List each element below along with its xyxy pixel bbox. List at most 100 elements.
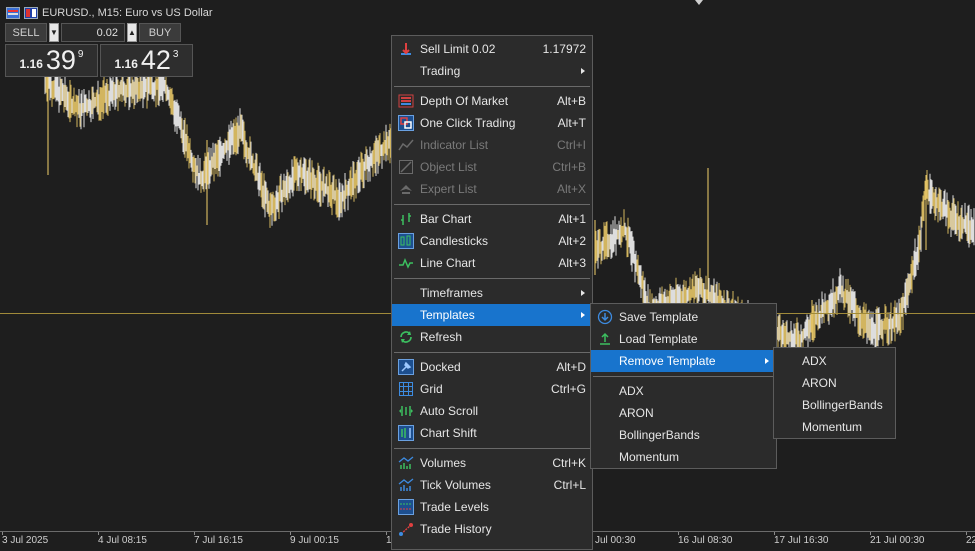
menu-item-candlesticks[interactable]: Candlesticks Alt+2 bbox=[392, 230, 592, 252]
menu-item-label: Candlesticks bbox=[420, 234, 489, 248]
volume-decrease-button[interactable]: ▼ bbox=[49, 23, 59, 42]
shift-marker-icon[interactable] bbox=[695, 0, 703, 5]
time-axis-label: 22 bbox=[966, 535, 975, 546]
menu-item-chart-shift[interactable]: Chart Shift bbox=[392, 422, 592, 444]
menu-item-line-chart[interactable]: Line Chart Alt+3 bbox=[392, 252, 592, 274]
menu-item-trade-levels[interactable]: Trade Levels bbox=[392, 496, 592, 518]
time-axis-label: Jul 00:30 bbox=[595, 535, 636, 546]
sell-price-box[interactable]: 1.16 39 9 bbox=[5, 44, 98, 77]
menu-item-indicator-list[interactable]: Indicator List Ctrl+I bbox=[392, 134, 592, 156]
volumes-icon bbox=[398, 456, 414, 469]
chart-window-icon bbox=[6, 7, 20, 19]
menu-item-remove-adx[interactable]: ADX bbox=[774, 350, 895, 372]
menu-separator bbox=[394, 448, 590, 449]
time-axis-label: 3 Jul 2025 bbox=[2, 535, 49, 546]
sell-price-prefix: 1.16 bbox=[19, 57, 43, 71]
menu-item-bar-chart[interactable]: Bar Chart Alt+1 bbox=[392, 208, 592, 230]
menu-item-trade-history[interactable]: Trade History bbox=[392, 518, 592, 540]
menu-item-docked[interactable]: Docked Alt+D bbox=[392, 356, 592, 378]
menu-item-label: Object List bbox=[420, 160, 477, 174]
menu-item-label: Remove Template bbox=[619, 354, 716, 368]
load-template-icon bbox=[600, 332, 610, 345]
menu-item-shortcut: Ctrl+L bbox=[553, 478, 586, 492]
menu-item-refresh[interactable]: Refresh bbox=[392, 326, 592, 348]
menu-item-sell-limit[interactable]: Sell Limit 0.02 1.17972 bbox=[392, 38, 592, 60]
menu-item-shortcut: Alt+D bbox=[556, 360, 586, 374]
menu-item-label: ADX bbox=[619, 384, 644, 398]
menu-item-label: Grid bbox=[420, 382, 443, 396]
remove-template-submenu: ADX ARON BollingerBands Momentum bbox=[773, 347, 896, 439]
menu-item-auto-scroll[interactable]: Auto Scroll bbox=[392, 400, 592, 422]
menu-item-remove-template[interactable]: Remove Template bbox=[591, 350, 776, 372]
menu-item-expert-list[interactable]: Expert List Alt+X bbox=[392, 178, 592, 200]
menu-item-label: Refresh bbox=[420, 330, 463, 344]
docked-icon bbox=[398, 359, 414, 375]
sell-button[interactable]: SELL bbox=[5, 23, 47, 42]
submenu-arrow-icon bbox=[581, 68, 585, 74]
menu-item-save-template[interactable]: Save Template bbox=[591, 306, 776, 328]
menu-item-label: ARON bbox=[619, 406, 654, 420]
menu-item-templates[interactable]: Templates bbox=[392, 304, 592, 326]
menu-item-object-list[interactable]: Object List Ctrl+B bbox=[392, 156, 592, 178]
menu-item-load-template[interactable]: Load Template bbox=[591, 328, 776, 350]
menu-item-label: ARON bbox=[802, 376, 837, 390]
menu-separator bbox=[394, 86, 590, 87]
menu-item-template-adx[interactable]: ADX bbox=[591, 380, 776, 402]
menu-item-remove-bollingerbands[interactable]: BollingerBands bbox=[774, 394, 895, 416]
menu-item-one-click-trading[interactable]: One Click Trading Alt+T bbox=[392, 112, 592, 134]
menu-item-volumes[interactable]: Volumes Ctrl+K bbox=[392, 452, 592, 474]
menu-item-depth-of-market[interactable]: Depth Of Market Alt+B bbox=[392, 90, 592, 112]
menu-separator bbox=[394, 352, 590, 353]
buy-price-box[interactable]: 1.16 42 3 bbox=[100, 44, 193, 77]
chart-context-menu: Sell Limit 0.02 1.17972 Trading Depth Of… bbox=[391, 35, 593, 550]
sell-limit-icon bbox=[401, 43, 411, 55]
menu-item-grid[interactable]: Grid Ctrl+G bbox=[392, 378, 592, 400]
menu-item-remove-momentum[interactable]: Momentum bbox=[774, 416, 895, 438]
menu-item-label: One Click Trading bbox=[420, 116, 516, 130]
grid-icon bbox=[399, 382, 413, 396]
time-axis-label: 4 Jul 08:15 bbox=[98, 535, 147, 546]
menu-item-label: Momentum bbox=[802, 420, 863, 434]
menu-item-label: Timeframes bbox=[420, 286, 483, 300]
auto-scroll-icon bbox=[399, 406, 413, 416]
menu-item-shortcut: Alt+1 bbox=[558, 212, 586, 226]
menu-item-template-bollingerbands[interactable]: BollingerBands bbox=[591, 424, 776, 446]
menu-item-label: BollingerBands bbox=[802, 398, 883, 412]
refresh-icon bbox=[400, 331, 412, 343]
volume-increase-button[interactable]: ▲ bbox=[127, 23, 137, 42]
menu-item-label: Line Chart bbox=[420, 256, 476, 270]
menu-item-label: Depth Of Market bbox=[420, 94, 509, 108]
buy-button[interactable]: BUY bbox=[139, 23, 181, 42]
menu-item-shortcut: Ctrl+G bbox=[550, 382, 586, 396]
menu-item-label: Tick Volumes bbox=[420, 478, 491, 492]
menu-item-shortcut: Ctrl+B bbox=[552, 160, 586, 174]
menu-item-remove-aron[interactable]: ARON bbox=[774, 372, 895, 394]
menu-item-shortcut: Alt+X bbox=[556, 182, 586, 196]
menu-item-template-momentum[interactable]: Momentum bbox=[591, 446, 776, 468]
volume-input[interactable]: 0.02 bbox=[61, 23, 125, 42]
menu-item-label: Templates bbox=[420, 308, 475, 322]
buy-price-big: 42 bbox=[140, 45, 171, 75]
menu-item-label: Bar Chart bbox=[420, 212, 472, 226]
menu-separator bbox=[593, 376, 774, 377]
menu-item-shortcut: Alt+T bbox=[557, 116, 586, 130]
chart-title-bar: EURUSD., M15: Euro vs US Dollar bbox=[6, 5, 213, 21]
menu-item-trading[interactable]: Trading bbox=[392, 60, 592, 82]
menu-item-label: Auto Scroll bbox=[420, 404, 479, 418]
menu-item-shortcut: Alt+B bbox=[556, 94, 586, 108]
menu-item-label: Trading bbox=[420, 64, 461, 78]
sell-price-big: 39 bbox=[45, 45, 76, 75]
chart-title: EURUSD., M15: Euro vs US Dollar bbox=[42, 7, 213, 19]
menu-item-tick-volumes[interactable]: Tick Volumes Ctrl+L bbox=[392, 474, 592, 496]
menu-separator bbox=[394, 278, 590, 279]
menu-item-template-aron[interactable]: ARON bbox=[591, 402, 776, 424]
menu-item-shortcut: 1.17972 bbox=[542, 42, 586, 56]
expert-list-icon bbox=[400, 185, 412, 194]
tick-volumes-icon bbox=[398, 478, 414, 491]
time-axis-label: 9 Jul 00:15 bbox=[290, 535, 339, 546]
menu-item-label: ADX bbox=[802, 354, 827, 368]
menu-item-label: Indicator List bbox=[420, 138, 489, 152]
menu-item-timeframes[interactable]: Timeframes bbox=[392, 282, 592, 304]
menu-item-label: Momentum bbox=[619, 450, 680, 464]
candlesticks-icon bbox=[398, 233, 414, 249]
